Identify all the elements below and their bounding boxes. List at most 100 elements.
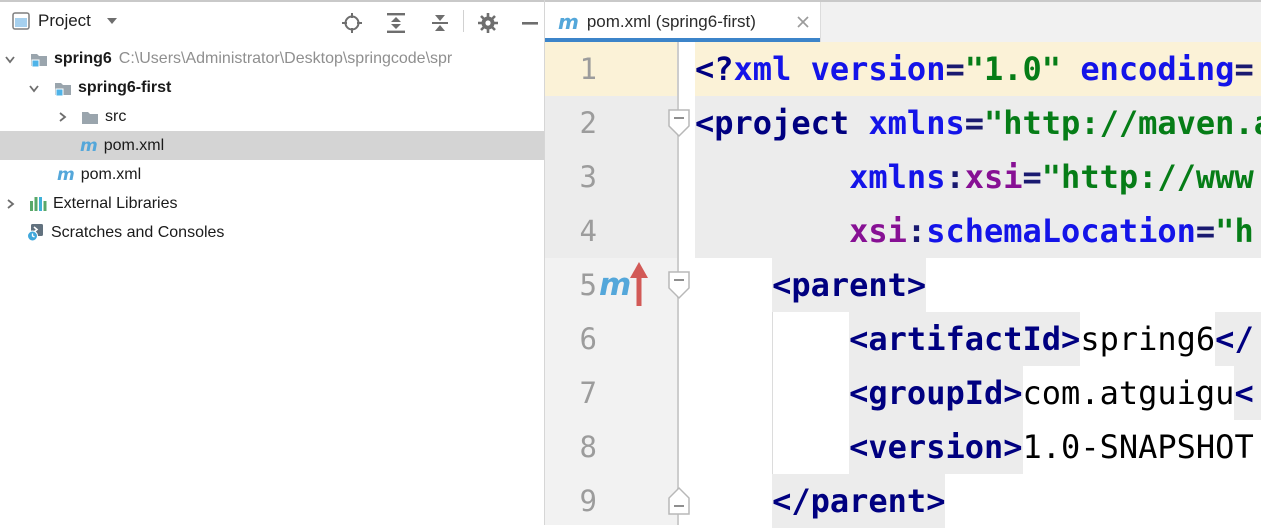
code-token (695, 258, 772, 312)
line-number: 5 (545, 258, 597, 312)
line-number: 7 (545, 366, 597, 420)
code-token: xmlns (849, 150, 945, 204)
code-token: xsi (849, 204, 907, 258)
tree-item-label[interactable]: spring6 (54, 50, 112, 68)
gear-icon[interactable] (476, 11, 500, 35)
maven-icon: m (80, 138, 98, 154)
hide-panel-button[interactable] (518, 11, 542, 35)
project-tool-window: Project (0, 2, 544, 525)
chevron-down-icon[interactable] (107, 18, 117, 25)
toolbar-divider (463, 10, 464, 32)
code-line[interactable]: 9 </parent> (545, 474, 1261, 528)
code-token: <parent> (772, 258, 926, 312)
code-token: xmlns (868, 96, 964, 150)
code-token: = (1196, 204, 1215, 258)
scratches-icon (26, 223, 46, 242)
code-token: = (945, 42, 964, 96)
tree-row-pom-xml[interactable]: m pom.xml (0, 160, 544, 189)
tree-item-label[interactable]: pom.xml (104, 137, 164, 155)
code-token: "h (1215, 204, 1254, 258)
code-token: <? (695, 42, 734, 96)
code-token: xml (734, 42, 792, 96)
fold-marker-expanded[interactable] (666, 269, 692, 301)
code-line[interactable]: 4 xsi:schemaLocation="h (545, 204, 1261, 258)
tree-row-external-libraries[interactable]: External Libraries (0, 189, 544, 218)
close-icon[interactable] (796, 15, 810, 29)
line-number: 1 (545, 42, 597, 96)
tree-row-src[interactable]: src (0, 102, 544, 131)
code-token (695, 312, 849, 366)
line-number: 4 (545, 204, 597, 258)
tree-row-pom-xml-selected[interactable]: m pom.xml (0, 131, 544, 160)
libraries-icon (29, 195, 47, 212)
code-token (1061, 42, 1080, 96)
chevron-collapsed-icon[interactable] (4, 198, 16, 210)
code-token: : (945, 150, 964, 204)
collapse-all-button[interactable] (428, 11, 452, 35)
code-token: </parent> (772, 474, 945, 528)
code-line[interactable]: 8 <version>1.0-SNAPSHOT (545, 420, 1261, 474)
code-token (695, 366, 849, 420)
code-token: : (907, 204, 926, 258)
project-panel-header: Project (0, 2, 544, 40)
tree-item-label[interactable]: pom.xml (81, 166, 141, 184)
fold-marker-end[interactable] (666, 485, 692, 517)
line-number: 9 (545, 474, 597, 528)
maven-icon: m (558, 10, 579, 34)
code-line[interactable]: 2 <project xmlns="http://maven.a (545, 96, 1261, 150)
code-token: schemaLocation (926, 204, 1196, 258)
ide-window: Project (0, 0, 1261, 525)
tree-item-label[interactable]: Scratches and Consoles (51, 224, 224, 242)
tree-row-scratches[interactable]: Scratches and Consoles (0, 218, 544, 247)
code-token (849, 96, 868, 150)
expand-all-button[interactable] (384, 11, 408, 35)
highlight-fill (1254, 312, 1261, 366)
code-token: "1.0" (965, 42, 1061, 96)
code-token (695, 204, 849, 258)
tree-row-spring6[interactable]: spring6 C:\Users\Administrator\Desktop\s… (0, 44, 544, 73)
code-token: 1.0-SNAPSHOT (1023, 420, 1254, 474)
code-token (695, 474, 772, 528)
line-number: 3 (545, 150, 597, 204)
editor-tab-pom-xml[interactable]: m pom.xml (spring6-first) (545, 2, 821, 42)
code-token (791, 42, 810, 96)
code-token: <groupId> (849, 366, 1022, 420)
code-token: com.atguigu (1023, 366, 1235, 420)
code-line[interactable]: 7 <groupId>com.atguigu< (545, 366, 1261, 420)
code-token: = (1023, 150, 1042, 204)
code-token: spring6 (1080, 312, 1215, 366)
code-token: </ (1215, 312, 1254, 366)
code-token: "http://www (1042, 150, 1254, 204)
chevron-collapsed-icon[interactable] (56, 111, 68, 123)
tree-item-label[interactable]: spring6-first (78, 79, 171, 97)
module-folder-icon (30, 51, 48, 67)
code-token: version (811, 42, 946, 96)
tree-row-spring6-first[interactable]: spring6-first (0, 73, 544, 102)
code-token (695, 420, 849, 474)
code-line[interactable]: 1 <?xml version="1.0" encoding= (545, 42, 1261, 96)
folder-icon (81, 109, 99, 125)
tree-item-path: C:\Users\Administrator\Desktop\springcod… (119, 50, 452, 68)
code-line[interactable]: 3 xmlns:xsi="http://www (545, 150, 1261, 204)
tree-item-label[interactable]: External Libraries (53, 195, 178, 213)
chevron-expanded-icon[interactable] (4, 53, 16, 65)
highlight-fill (1254, 366, 1261, 420)
code-token: encoding (1080, 42, 1234, 96)
module-folder-icon (54, 80, 72, 96)
navigate-up-arrow-icon[interactable] (626, 260, 654, 310)
fold-marker-expanded[interactable] (666, 107, 692, 139)
line-number: 6 (545, 312, 597, 366)
code-token (695, 150, 849, 204)
line-number: 8 (545, 420, 597, 474)
locate-file-button[interactable] (340, 11, 364, 35)
maven-icon: m (57, 167, 75, 183)
code-line[interactable]: 6 <artifactId>spring6</ (545, 312, 1261, 366)
tree-item-label[interactable]: src (105, 108, 126, 126)
code-token: = (965, 96, 984, 150)
code-token: <artifactId> (849, 312, 1080, 366)
chevron-expanded-icon[interactable] (28, 82, 40, 94)
code-token: xsi (965, 150, 1023, 204)
code-token: = (1234, 42, 1253, 96)
code-token: <project (695, 96, 849, 150)
project-panel-title[interactable]: Project (38, 11, 91, 31)
